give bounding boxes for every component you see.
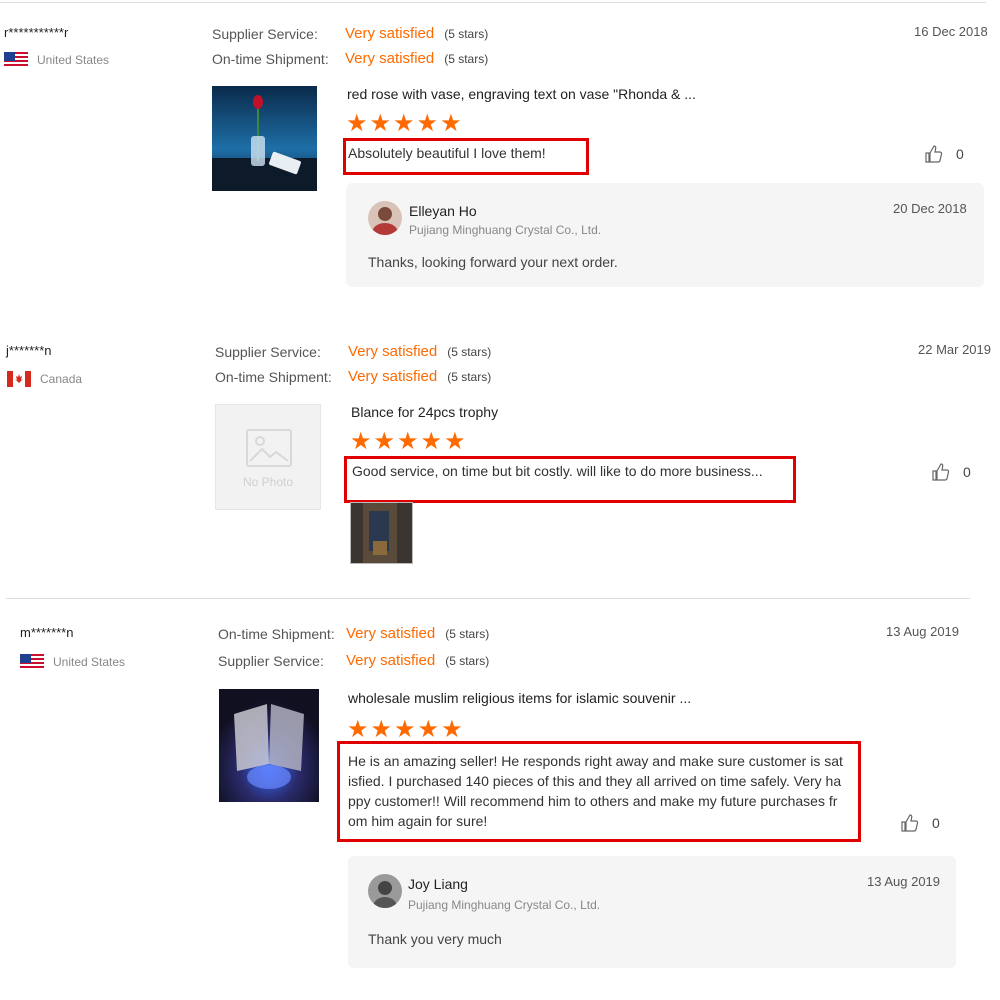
product-thumbnail[interactable] — [212, 86, 317, 191]
avatar — [368, 874, 402, 908]
buyer-name: m*******n — [20, 625, 74, 640]
reply-author: Joy Liang — [408, 876, 468, 892]
star-icon: ★ — [350, 428, 372, 455]
rating-stars: (5 stars) — [444, 51, 489, 66]
highlight-box — [343, 138, 589, 175]
rating-value: Very satisfied — [348, 368, 438, 385]
like-count: 0 — [932, 815, 940, 831]
star-icon: ★ — [346, 110, 368, 137]
product-title[interactable]: wholesale muslim religious items for isl… — [348, 690, 691, 706]
like-button[interactable]: 0 — [924, 144, 964, 164]
star-icon: ★ — [420, 428, 443, 455]
rating-stars: (5 stars) — [447, 344, 492, 359]
rating-row: Supplier Service: Very satisfied (5 star… — [215, 343, 491, 360]
reply-company: Pujiang Minghuang Crystal Co., Ltd. — [409, 223, 602, 237]
like-count: 0 — [956, 146, 964, 162]
thumbs-up-icon — [932, 463, 950, 481]
country-label: United States — [37, 53, 110, 67]
star-icon: ★ — [370, 716, 393, 743]
avatar — [368, 201, 402, 235]
product-title[interactable]: red rose with vase, engraving text on va… — [347, 86, 696, 102]
reply-author: Elleyan Ho — [409, 203, 477, 219]
rating-row: On-time Shipment: Very satisfied (5 star… — [212, 50, 488, 67]
star-icon: ★ — [394, 716, 416, 743]
rating-label: On-time Shipment: — [215, 368, 332, 385]
reply-date: 13 Aug 2019 — [867, 874, 941, 889]
rating-row: Supplier Service: Very satisfied (5 star… — [212, 25, 488, 42]
rating-value: Very satisfied — [346, 625, 436, 642]
star-icon: ★ — [441, 716, 463, 743]
star-icon: ★ — [373, 428, 396, 455]
product-stars: ★ ★ ★ ★ ★ — [350, 428, 466, 455]
reply-text: Thank you very much — [368, 931, 502, 947]
buyer-name: r***********r — [4, 25, 69, 40]
rating-label: Supplier Service: — [218, 652, 324, 669]
rating-row: Supplier Service: Very satisfied (5 star… — [218, 652, 489, 669]
star-icon: ★ — [369, 110, 392, 137]
star-icon: ★ — [397, 428, 419, 455]
rating-stars: (5 stars) — [445, 653, 490, 668]
rating-value: Very satisfied — [345, 25, 435, 42]
reply-company: Pujiang Minghuang Crystal Co., Ltd. — [408, 898, 601, 912]
us-flag-icon — [20, 654, 44, 670]
buyer-name: j*******n — [6, 343, 52, 358]
rating-value: Very satisfied — [346, 652, 436, 669]
rating-row: On-time Shipment: Very satisfied (5 star… — [215, 368, 491, 385]
buyer-country: United States — [20, 654, 125, 670]
no-photo-label: No Photo — [242, 475, 294, 489]
thumbs-up-icon — [901, 814, 919, 832]
rating-value: Very satisfied — [348, 343, 438, 360]
product-thumbnail[interactable] — [219, 689, 319, 802]
reply-text: Thanks, looking forward your next order. — [368, 254, 618, 270]
star-icon: ★ — [347, 716, 369, 743]
star-icon: ★ — [393, 110, 415, 137]
rating-row: On-time Shipment: Very satisfied (5 star… — [218, 625, 489, 642]
canada-flag-icon — [7, 371, 31, 387]
review-divider — [6, 598, 970, 599]
reply-date: 20 Dec 2018 — [893, 201, 967, 216]
rating-label: On-time Shipment: — [218, 625, 335, 642]
product-stars: ★ ★ ★ ★ ★ — [346, 110, 462, 137]
buyer-country: United States — [4, 52, 109, 68]
like-count: 0 — [963, 464, 971, 480]
rating-stars: (5 stars) — [444, 26, 489, 41]
star-icon: ★ — [440, 110, 462, 137]
image-placeholder-icon — [246, 429, 292, 467]
review-date: 16 Dec 2018 — [914, 24, 988, 39]
star-icon: ★ — [416, 110, 439, 137]
top-divider — [0, 2, 986, 3]
star-icon: ★ — [444, 428, 466, 455]
rating-stars: (5 stars) — [447, 369, 492, 384]
rating-stars: (5 stars) — [445, 626, 490, 641]
like-button[interactable]: 0 — [931, 462, 971, 482]
rating-label: Supplier Service: — [215, 343, 321, 360]
highlight-box — [337, 741, 861, 842]
rating-label: Supplier Service: — [212, 25, 318, 42]
like-button[interactable]: 0 — [900, 813, 940, 833]
supplier-reply: Joy Liang Pujiang Minghuang Crystal Co.,… — [348, 856, 956, 968]
review-attachment-image[interactable] — [350, 502, 413, 564]
star-icon: ★ — [417, 716, 440, 743]
country-label: United States — [53, 655, 126, 669]
product-stars: ★ ★ ★ ★ ★ — [347, 716, 463, 743]
product-title[interactable]: Blance for 24pcs trophy — [351, 404, 498, 420]
highlight-box — [344, 456, 796, 503]
supplier-reply: Elleyan Ho Pujiang Minghuang Crystal Co.… — [346, 183, 984, 287]
us-flag-icon — [4, 52, 28, 68]
buyer-country: Canada — [7, 371, 82, 387]
rating-value: Very satisfied — [345, 50, 435, 67]
product-thumbnail[interactable]: No Photo — [215, 404, 321, 510]
country-label: Canada — [40, 372, 83, 386]
thumbs-up-icon — [925, 145, 943, 163]
rating-label: On-time Shipment: — [212, 50, 329, 67]
review-date: 13 Aug 2019 — [886, 624, 960, 639]
review-date: 22 Mar 2019 — [918, 342, 991, 357]
